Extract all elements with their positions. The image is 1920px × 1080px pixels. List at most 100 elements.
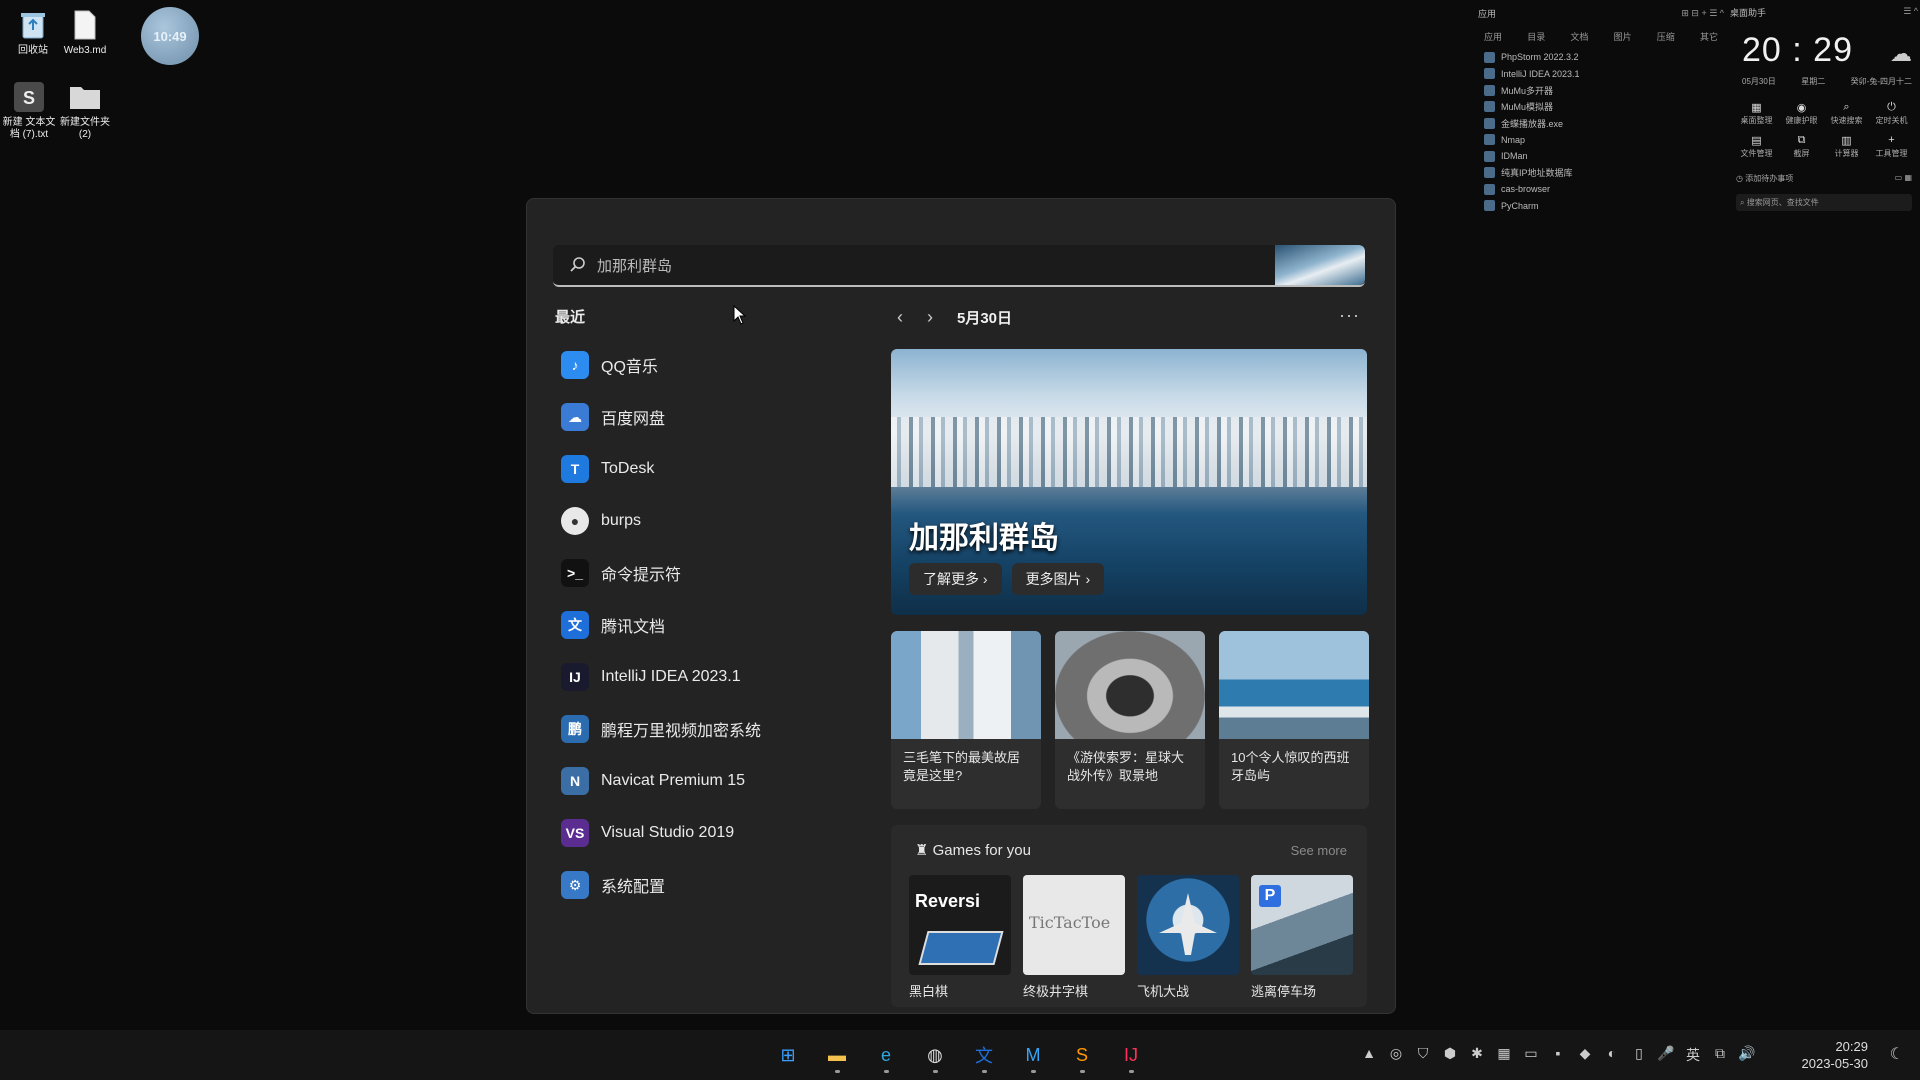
assistant-tool-button[interactable]: ⧉ 截屏 — [1779, 134, 1824, 159]
taskbar-intellij-icon[interactable]: IJ — [1113, 1037, 1149, 1073]
do-not-disturb-moon-icon[interactable]: ☾ — [1890, 1044, 1904, 1064]
running-indicator — [933, 1070, 938, 1073]
desktop-icon-recycle-bin[interactable]: 回收站 — [4, 8, 62, 57]
game-tile-tictactoe[interactable]: TicTacToe 终极井字棋 — [1023, 875, 1125, 1000]
app-list-tab[interactable]: 压缩 — [1657, 30, 1675, 43]
tray-icon[interactable]: ▪ — [1549, 1045, 1567, 1065]
search-highlight-thumbnail[interactable] — [1275, 245, 1365, 285]
tray-icon[interactable]: ⬢ — [1441, 1045, 1459, 1065]
game-tile-reversi[interactable]: Reversi 黑白棋 — [909, 875, 1011, 1000]
app-list-item[interactable]: 金蝶播放器.exe — [1478, 115, 1724, 132]
taskbar-date: 2023-05-30 — [1801, 1056, 1869, 1071]
tray-icon[interactable]: ▭ — [1522, 1045, 1540, 1065]
recent-app-item[interactable]: IJ IntelliJ IDEA 2023.1 — [561, 651, 861, 703]
hero-card[interactable]: 加那利群岛 了解更多 › 更多图片 › — [891, 349, 1367, 615]
recent-app-item[interactable]: ☁ 百度网盘 — [561, 391, 861, 443]
assistant-menu-icon[interactable]: ☰ ^ — [1903, 6, 1918, 19]
taskbar-start-icon[interactable]: ⊞ — [770, 1037, 806, 1073]
tray-icon[interactable]: 🔊 — [1738, 1045, 1756, 1065]
running-indicator — [1031, 1070, 1036, 1073]
taskbar-sublime-icon[interactable]: S — [1064, 1037, 1100, 1073]
news-card-image — [1055, 631, 1205, 739]
search-bar[interactable] — [553, 245, 1365, 287]
news-card[interactable]: 三毛笔下的最美故居竟是这里? — [891, 631, 1041, 809]
learn-more-button[interactable]: 了解更多 › — [909, 563, 1002, 595]
next-arrow-icon[interactable]: › — [927, 307, 933, 328]
app-list-widget: 应用 ⊞ ⊟ + ☰ ^ 应用 目录 文档 图片 压缩 其它 PhpStorm … — [1478, 6, 1724, 214]
assistant-tool-button[interactable]: ▦ 桌面整理 — [1734, 101, 1779, 126]
assistant-todo-actions[interactable]: ▭ ▦ — [1895, 173, 1912, 184]
news-card[interactable]: 10个令人惊叹的西班牙岛屿 — [1219, 631, 1369, 809]
app-list-item[interactable]: MuMu多开器 — [1478, 82, 1724, 99]
taskbar-time: 20:29 — [1835, 1039, 1868, 1054]
news-card[interactable]: 《游侠索罗：星球大战外传》取景地 — [1055, 631, 1205, 809]
tray-icon[interactable]: 英 — [1684, 1045, 1702, 1065]
recent-app-item[interactable]: ⚙ 系统配置 — [561, 859, 861, 911]
app-list-item[interactable]: IDMan — [1478, 148, 1724, 165]
more-options-icon[interactable]: ··· — [1339, 305, 1360, 326]
assistant-tool-button[interactable]: ⌕ 快速搜索 — [1824, 101, 1869, 126]
taskbar-explorer-icon[interactable]: ▬ — [819, 1037, 855, 1073]
app-list-tab[interactable]: 其它 — [1700, 30, 1718, 43]
assistant-tool-button[interactable]: + 工具管理 — [1869, 134, 1914, 159]
recent-app-item[interactable]: 鹏鹏程万里视频加密系统 — [561, 703, 861, 755]
desktop-assistant-widget: 桌面助手 ☰ ^ 20 : 29 ☁ 05月30日 星期二 癸卯-兔-四月十二 … — [1730, 6, 1918, 211]
see-more-link[interactable]: See more — [1291, 843, 1347, 858]
assistant-tool-button[interactable]: ◉ 健康护眼 — [1779, 101, 1824, 126]
tray-icon[interactable]: ▦ — [1495, 1045, 1513, 1065]
assistant-search-box[interactable]: ⌕ 搜索网页、查找文件 — [1736, 194, 1912, 211]
tray-icon[interactable]: 🎤 — [1657, 1045, 1675, 1065]
desktop-icon-text-file[interactable]: S 新建 文本文档 (7).txt — [0, 80, 58, 141]
tray-icon[interactable]: ⧉ — [1711, 1045, 1729, 1065]
recent-app-item[interactable]: >_ 命令提示符 — [561, 547, 861, 599]
recent-app-item[interactable]: VS Visual Studio 2019 — [561, 807, 861, 859]
taskbar-mumu-icon[interactable]: M — [1015, 1037, 1051, 1073]
taskbar-tencent-docs-icon[interactable]: 文 — [966, 1037, 1002, 1073]
search-input[interactable] — [595, 245, 1199, 285]
running-indicator — [1080, 1070, 1085, 1073]
assistant-tool-button[interactable]: ▥ 计算器 — [1824, 134, 1869, 159]
more-images-button[interactable]: 更多图片 › — [1011, 563, 1105, 595]
tray-icon[interactable]: ◆ — [1576, 1045, 1594, 1065]
app-list-controls[interactable]: ⊞ ⊟ + ☰ ^ — [1681, 8, 1724, 19]
tray-icon[interactable]: ▯ — [1630, 1045, 1648, 1065]
recent-app-item[interactable]: ♪ QQ音乐 — [561, 339, 861, 391]
recent-app-item[interactable]: 文腾讯文档 — [561, 599, 861, 651]
weather-cloud-icon[interactable]: ☁ — [1890, 41, 1912, 67]
games-title: Games for you — [932, 842, 1031, 859]
add-todo-button[interactable]: ◷ 添加待办事项 — [1736, 173, 1793, 184]
tray-icon[interactable]: ⛉ — [1414, 1045, 1432, 1065]
app-list-item[interactable]: PhpStorm 2022.3.2 — [1478, 49, 1724, 66]
taskbar-chrome-icon[interactable]: ◍ — [917, 1037, 953, 1073]
app-list-item[interactable]: 纯真IP地址数据库 — [1478, 165, 1724, 182]
game-tile-parking-escape[interactable]: P 逃离停车场 — [1251, 875, 1353, 1000]
app-list-item[interactable]: MuMu模拟器 — [1478, 99, 1724, 116]
recent-app-item[interactable]: T ToDesk — [561, 443, 861, 495]
previous-arrow-icon[interactable]: ‹ — [897, 307, 903, 328]
recent-app-item[interactable]: ● burps — [561, 495, 861, 547]
floating-clock-widget[interactable]: 10:49 — [141, 7, 199, 65]
game-tile-plane-battle[interactable]: 飞机大战 — [1137, 875, 1239, 1000]
desktop-icon-web3-md[interactable]: Web3.md — [56, 8, 114, 57]
app-icon — [1484, 51, 1495, 63]
tray-icon[interactable]: ▲ — [1360, 1045, 1378, 1065]
taskbar-app-glyph: S — [1075, 1044, 1088, 1065]
app-list-item[interactable]: PyCharm — [1478, 198, 1724, 215]
app-list-item[interactable]: IntelliJ IDEA 2023.1 — [1478, 66, 1724, 83]
app-list-tab[interactable]: 目录 — [1527, 30, 1545, 43]
tray-icon[interactable]: ◐ — [1603, 1045, 1621, 1065]
assistant-tool-button[interactable]: ▤ 文件管理 — [1734, 134, 1779, 159]
taskbar-edge-icon[interactable]: e — [868, 1037, 904, 1073]
desktop-icon-new-folder[interactable]: 新建文件夹 (2) — [56, 80, 114, 141]
app-list-item[interactable]: cas-browser — [1478, 181, 1724, 198]
taskbar-clock[interactable]: 20:29 2023-05-30 — [1802, 1038, 1869, 1072]
app-list-item[interactable]: Nmap — [1478, 132, 1724, 149]
recent-app-item[interactable]: N Navicat Premium 15 — [561, 755, 861, 807]
recent-app-icon: >_ — [561, 559, 589, 587]
tray-icon[interactable]: ◎ — [1387, 1045, 1405, 1065]
app-list-tab[interactable]: 应用 — [1484, 30, 1502, 43]
tray-icon[interactable]: ✱ — [1468, 1045, 1486, 1065]
app-list-tab[interactable]: 图片 — [1614, 30, 1632, 43]
app-list-tab[interactable]: 文档 — [1570, 30, 1588, 43]
assistant-tool-button[interactable]: ⏻ 定时关机 — [1869, 101, 1914, 126]
